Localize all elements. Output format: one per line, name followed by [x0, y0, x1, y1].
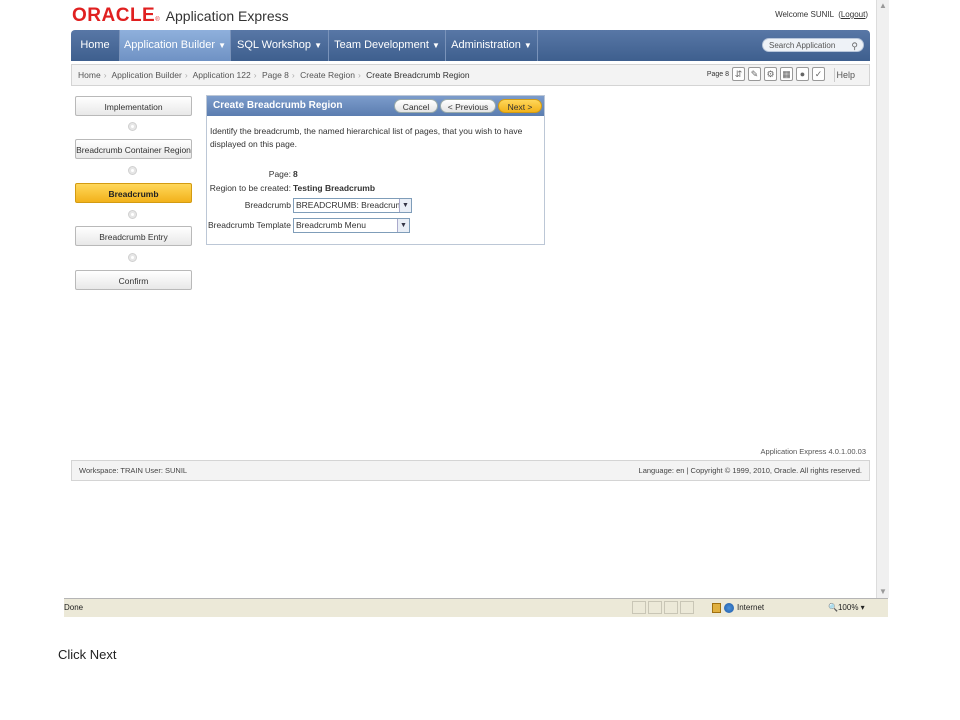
- chevron-down-icon: ▼: [523, 41, 532, 50]
- search-icon[interactable]: ⚲: [851, 39, 858, 53]
- scroll-down-icon[interactable]: ▼: [877, 586, 889, 598]
- cancel-button[interactable]: Cancel: [394, 99, 438, 113]
- step-connector-icon: [128, 166, 137, 175]
- nav-tab-application-builder[interactable]: Application Builder ▼: [120, 30, 230, 61]
- browser-viewport: [64, 0, 888, 616]
- edit-page-icon[interactable]: ✎: [748, 67, 761, 81]
- comment-icon[interactable]: ●: [796, 67, 809, 81]
- breadcrumb-item-page[interactable]: Page 8: [262, 70, 289, 80]
- search-placeholder: Search Application: [769, 41, 836, 50]
- nav-tab-sql-workshop[interactable]: SQL Workshop ▼: [231, 30, 328, 61]
- page-layout-icon[interactable]: ▦: [780, 67, 793, 81]
- nav-tab-home[interactable]: Home: [71, 30, 119, 61]
- breadcrumb-template-select[interactable]: Breadcrumb Menu ▼: [293, 218, 410, 233]
- previous-button[interactable]: < Previous: [440, 99, 496, 113]
- create-breadcrumb-region-panel: Create Breadcrumb Region Cancel < Previo…: [206, 95, 545, 245]
- copyright-text: Language: en | Copyright © 1999, 2010, O…: [638, 466, 862, 475]
- shared-components-icon[interactable]: ⚙: [764, 67, 777, 81]
- lock-icon: [712, 602, 721, 613]
- welcome-text: Welcome SUNIL: [775, 10, 834, 19]
- breadcrumb-item-current: Create Breadcrumb Region: [366, 70, 470, 80]
- region-title: Create Breadcrumb Region: [213, 100, 343, 111]
- breadcrumb-item-home[interactable]: Home: [78, 70, 101, 80]
- welcome-area: Welcome SUNIL (Logout): [775, 10, 868, 19]
- breadcrumb: Home › Application Builder › Application 1…: [78, 70, 470, 80]
- chevron-down-icon[interactable]: ▼: [397, 219, 409, 232]
- breadcrumb-item-application[interactable]: Application 122: [193, 70, 251, 80]
- zoom-control[interactable]: 🔍100% ▾: [828, 599, 865, 616]
- oracle-logo: ORACLE ® Application Express: [72, 5, 289, 27]
- search-application-input[interactable]: Search Application ⚲: [762, 38, 864, 52]
- browser-status-bar: Done Internet 🔍100% ▾: [64, 598, 888, 617]
- zone-label: Internet: [737, 603, 765, 612]
- breadcrumb-label: Breadcrumb: [244, 200, 291, 210]
- nav-tab-team-development[interactable]: Team Development ▼: [329, 30, 445, 61]
- wizard-step-breadcrumb[interactable]: Breadcrumb: [75, 183, 192, 203]
- logo-registered-mark: ®: [155, 17, 160, 23]
- page-indicator: Page 8: [706, 70, 729, 78]
- nav-tab-administration[interactable]: Administration ▼: [446, 30, 537, 61]
- breadcrumb-bar: Home › Application Builder › Application 1…: [71, 64, 870, 86]
- logout-link[interactable]: Logout: [841, 10, 865, 19]
- nav-tab-label: Team Development: [334, 39, 429, 51]
- zoom-level: 100%: [837, 603, 859, 612]
- region-header: Create Breadcrumb Region Cancel < Previo…: [207, 96, 544, 116]
- step-connector-icon: [128, 122, 137, 131]
- main-navbar: Home Application Builder ▼ SQL Workshop …: [71, 30, 870, 61]
- breadcrumb-select[interactable]: BREADCRUMB: Breadcrumb ▼: [293, 198, 412, 213]
- instruction-caption: Click Next: [58, 647, 117, 662]
- page-value: 8: [293, 169, 298, 179]
- region-description: Identify the breadcrumb, the named hiera…: [210, 126, 523, 149]
- help-link[interactable]: Help: [836, 65, 855, 85]
- workspace-info: Workspace: TRAIN User: SUNIL: [79, 466, 188, 475]
- page-footer: Workspace: TRAIN User: SUNIL Language: e…: [71, 460, 870, 481]
- logo-oracle-text: ORACLE: [72, 5, 156, 26]
- breadcrumb-template-label: Breadcrumb Template: [208, 220, 291, 230]
- chevron-down-icon: ▼: [314, 41, 322, 50]
- scroll-up-icon[interactable]: ▲: [877, 0, 889, 12]
- region-to-be-created-label: Region to be created:: [209, 183, 291, 193]
- breadcrumb-template-value: Breadcrumb Menu: [296, 220, 366, 230]
- wizard-step-implementation[interactable]: Implementation: [75, 96, 192, 116]
- apex-version: Application Express 4.0.1.00.03: [760, 447, 866, 456]
- globe-icon: [724, 602, 734, 613]
- breadcrumb-select-value: BREADCRUMB: Breadcrumb: [296, 200, 408, 210]
- breadcrumb-item-application-builder[interactable]: Application Builder: [111, 70, 181, 80]
- wizard-step-breadcrumb-entry[interactable]: Breadcrumb Entry: [75, 226, 192, 246]
- nav-tab-label: Administration: [451, 39, 521, 51]
- status-cells: [632, 601, 694, 614]
- chevron-down-icon: ▼: [218, 41, 227, 50]
- region-to-be-created-value: Testing Breadcrumb: [293, 183, 376, 193]
- security-zone: Internet: [712, 599, 764, 616]
- nav-tab-label: SQL Workshop: [237, 39, 311, 51]
- run-page-icon[interactable]: ✓: [812, 67, 825, 81]
- breadcrumb-item-create-region[interactable]: Create Region: [300, 70, 355, 80]
- nav-tab-label: Home: [80, 39, 110, 51]
- page-tools: Page 8 ⇵ ✎ ⚙ ▦ ● ✓: [707, 67, 825, 81]
- chevron-down-icon[interactable]: ▼: [399, 199, 411, 212]
- page-spinner-icon[interactable]: ⇵: [732, 67, 745, 81]
- logo-product-name: Application Express: [165, 8, 289, 24]
- vertical-scrollbar[interactable]: ▲ ▼: [876, 0, 889, 598]
- nav-tab-label: Application Builder: [123, 39, 216, 51]
- step-connector-icon: [128, 210, 137, 219]
- status-text: Done: [64, 603, 84, 612]
- wizard-step-breadcrumb-container-region[interactable]: Breadcrumb Container Region: [75, 139, 192, 159]
- chevron-down-icon: ▼: [431, 41, 440, 50]
- next-button[interactable]: Next >: [498, 99, 542, 113]
- wizard-step-confirm[interactable]: Confirm: [75, 270, 192, 290]
- step-connector-icon: [128, 253, 137, 262]
- page-label: Page:: [268, 169, 291, 179]
